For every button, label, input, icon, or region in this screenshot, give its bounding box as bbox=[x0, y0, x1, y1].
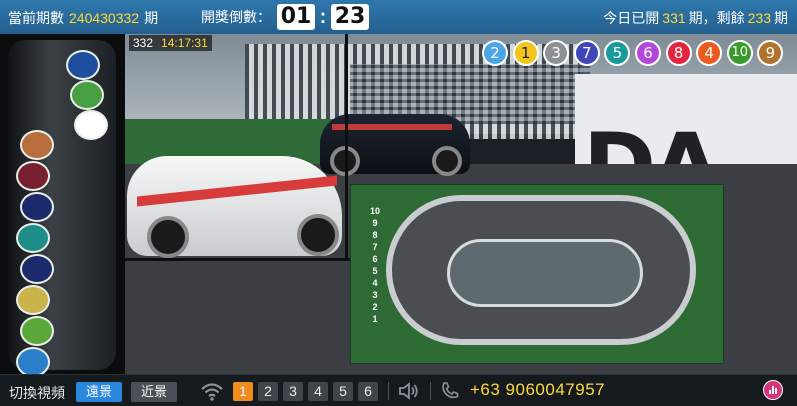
mini-track-pip: 10 9 8 7 6 5 4 3 2 1 bbox=[350, 184, 724, 364]
switch-video-label: 切換視頻 bbox=[9, 385, 65, 401]
car-wheel bbox=[147, 216, 189, 258]
tube-ball bbox=[70, 80, 104, 110]
divider bbox=[388, 382, 389, 400]
today-suffix: 期 bbox=[774, 10, 788, 26]
countdown-minutes: 01 bbox=[277, 4, 315, 30]
mini-track-infield bbox=[447, 239, 643, 307]
draw-countdown: 開獎倒數： 01 : 23 bbox=[201, 4, 369, 30]
round-clock: 332 14:17:31 bbox=[129, 35, 212, 51]
result-ball: 4 bbox=[696, 40, 723, 66]
lane-number: 10 bbox=[369, 206, 380, 216]
result-ball: 8 bbox=[665, 40, 692, 66]
far-view-button[interactable]: 遠景 bbox=[76, 382, 123, 402]
issue-suffix: 期 bbox=[144, 10, 159, 26]
tube-ball bbox=[16, 223, 50, 253]
today-summary: 今日已開 331 期，剩餘 233 期 bbox=[603, 8, 788, 28]
speaker-icon[interactable] bbox=[398, 381, 422, 404]
lane-number: 7 bbox=[372, 242, 378, 252]
service-phone: +63 9060047957 bbox=[470, 380, 606, 399]
tube-ball bbox=[20, 254, 54, 284]
issue-number: 240430332 bbox=[69, 10, 140, 26]
camera-6-button[interactable]: 6 bbox=[358, 382, 378, 401]
tube-ball bbox=[20, 130, 54, 160]
lane-numbers: 10 9 8 7 6 5 4 3 2 1 bbox=[368, 205, 382, 325]
car-stripe bbox=[137, 175, 337, 207]
lane-number: 5 bbox=[372, 266, 378, 276]
tube-ball bbox=[20, 316, 54, 346]
tube-ball bbox=[74, 110, 108, 140]
phone-icon bbox=[440, 381, 460, 404]
race-car-dark bbox=[320, 114, 470, 176]
countdown-seconds: 23 bbox=[331, 4, 369, 30]
lane-number: 1 bbox=[372, 314, 378, 324]
result-ball: 9 bbox=[757, 40, 784, 66]
camera-4-button[interactable]: 4 bbox=[308, 382, 328, 401]
current-issue: 當前期數 240430332 期 bbox=[8, 8, 158, 28]
race-car-white bbox=[127, 156, 342, 258]
pane-divider bbox=[125, 258, 350, 261]
mini-oval-track bbox=[386, 195, 696, 345]
control-bar: 切換視頻 遠景 近景 1 2 3 4 5 6 +63 9060047957 bbox=[0, 374, 797, 406]
today-remaining: 233 bbox=[747, 10, 771, 26]
issue-label: 當前期數 bbox=[8, 10, 64, 26]
countdown-label: 開獎倒數： bbox=[201, 9, 271, 25]
today-opened: 331 bbox=[662, 10, 686, 26]
result-ball: 3 bbox=[543, 40, 570, 66]
car-stripe bbox=[332, 124, 452, 130]
lane-number: 9 bbox=[372, 218, 378, 228]
lane-number: 4 bbox=[372, 278, 378, 288]
camera-1-button[interactable]: 1 bbox=[233, 382, 253, 401]
result-ball: 5 bbox=[604, 40, 631, 66]
car-wheel bbox=[297, 214, 339, 256]
today-middle: 期，剩餘 bbox=[688, 10, 745, 26]
countdown-colon: : bbox=[319, 5, 327, 28]
camera-5-button[interactable]: 5 bbox=[333, 382, 353, 401]
live-video: DA 10987654321 bbox=[0, 34, 797, 374]
result-ball: 2 bbox=[482, 40, 508, 66]
lane-number: 6 bbox=[372, 254, 378, 264]
divider bbox=[430, 382, 431, 400]
round-number: 332 bbox=[133, 36, 154, 50]
top-bar: 當前期數 240430332 期 開獎倒數： 01 : 23 今日已開 331 期，剩餘… bbox=[0, 0, 797, 34]
ball-tube bbox=[0, 34, 125, 374]
tube-ball bbox=[16, 285, 50, 315]
result-balls: 2 1 3 7 5 6 8 4 10 9 bbox=[482, 40, 788, 66]
tube-ball bbox=[20, 192, 54, 222]
tube-ball bbox=[66, 50, 100, 80]
tube-ball bbox=[16, 347, 50, 374]
near-view-button[interactable]: 近景 bbox=[131, 382, 178, 402]
tube-glass bbox=[8, 40, 116, 374]
pane-divider bbox=[345, 34, 348, 260]
car-wheel bbox=[432, 146, 462, 176]
today-prefix: 今日已開 bbox=[603, 10, 660, 26]
lane-number: 8 bbox=[372, 230, 378, 240]
camera-2-button[interactable]: 2 bbox=[258, 382, 278, 401]
result-ball: 1 bbox=[512, 40, 539, 66]
camera-3-button[interactable]: 3 bbox=[283, 382, 303, 401]
result-ball: 7 bbox=[573, 40, 600, 66]
lane-number: 3 bbox=[372, 290, 378, 300]
video-clock: 14:17:31 bbox=[161, 36, 208, 50]
wifi-icon[interactable] bbox=[200, 381, 224, 404]
lane-number: 2 bbox=[372, 302, 378, 312]
result-ball: 10 bbox=[726, 40, 753, 66]
tube-ball bbox=[16, 161, 50, 191]
result-ball: 6 bbox=[634, 40, 661, 66]
stats-logo-icon[interactable] bbox=[763, 380, 783, 400]
